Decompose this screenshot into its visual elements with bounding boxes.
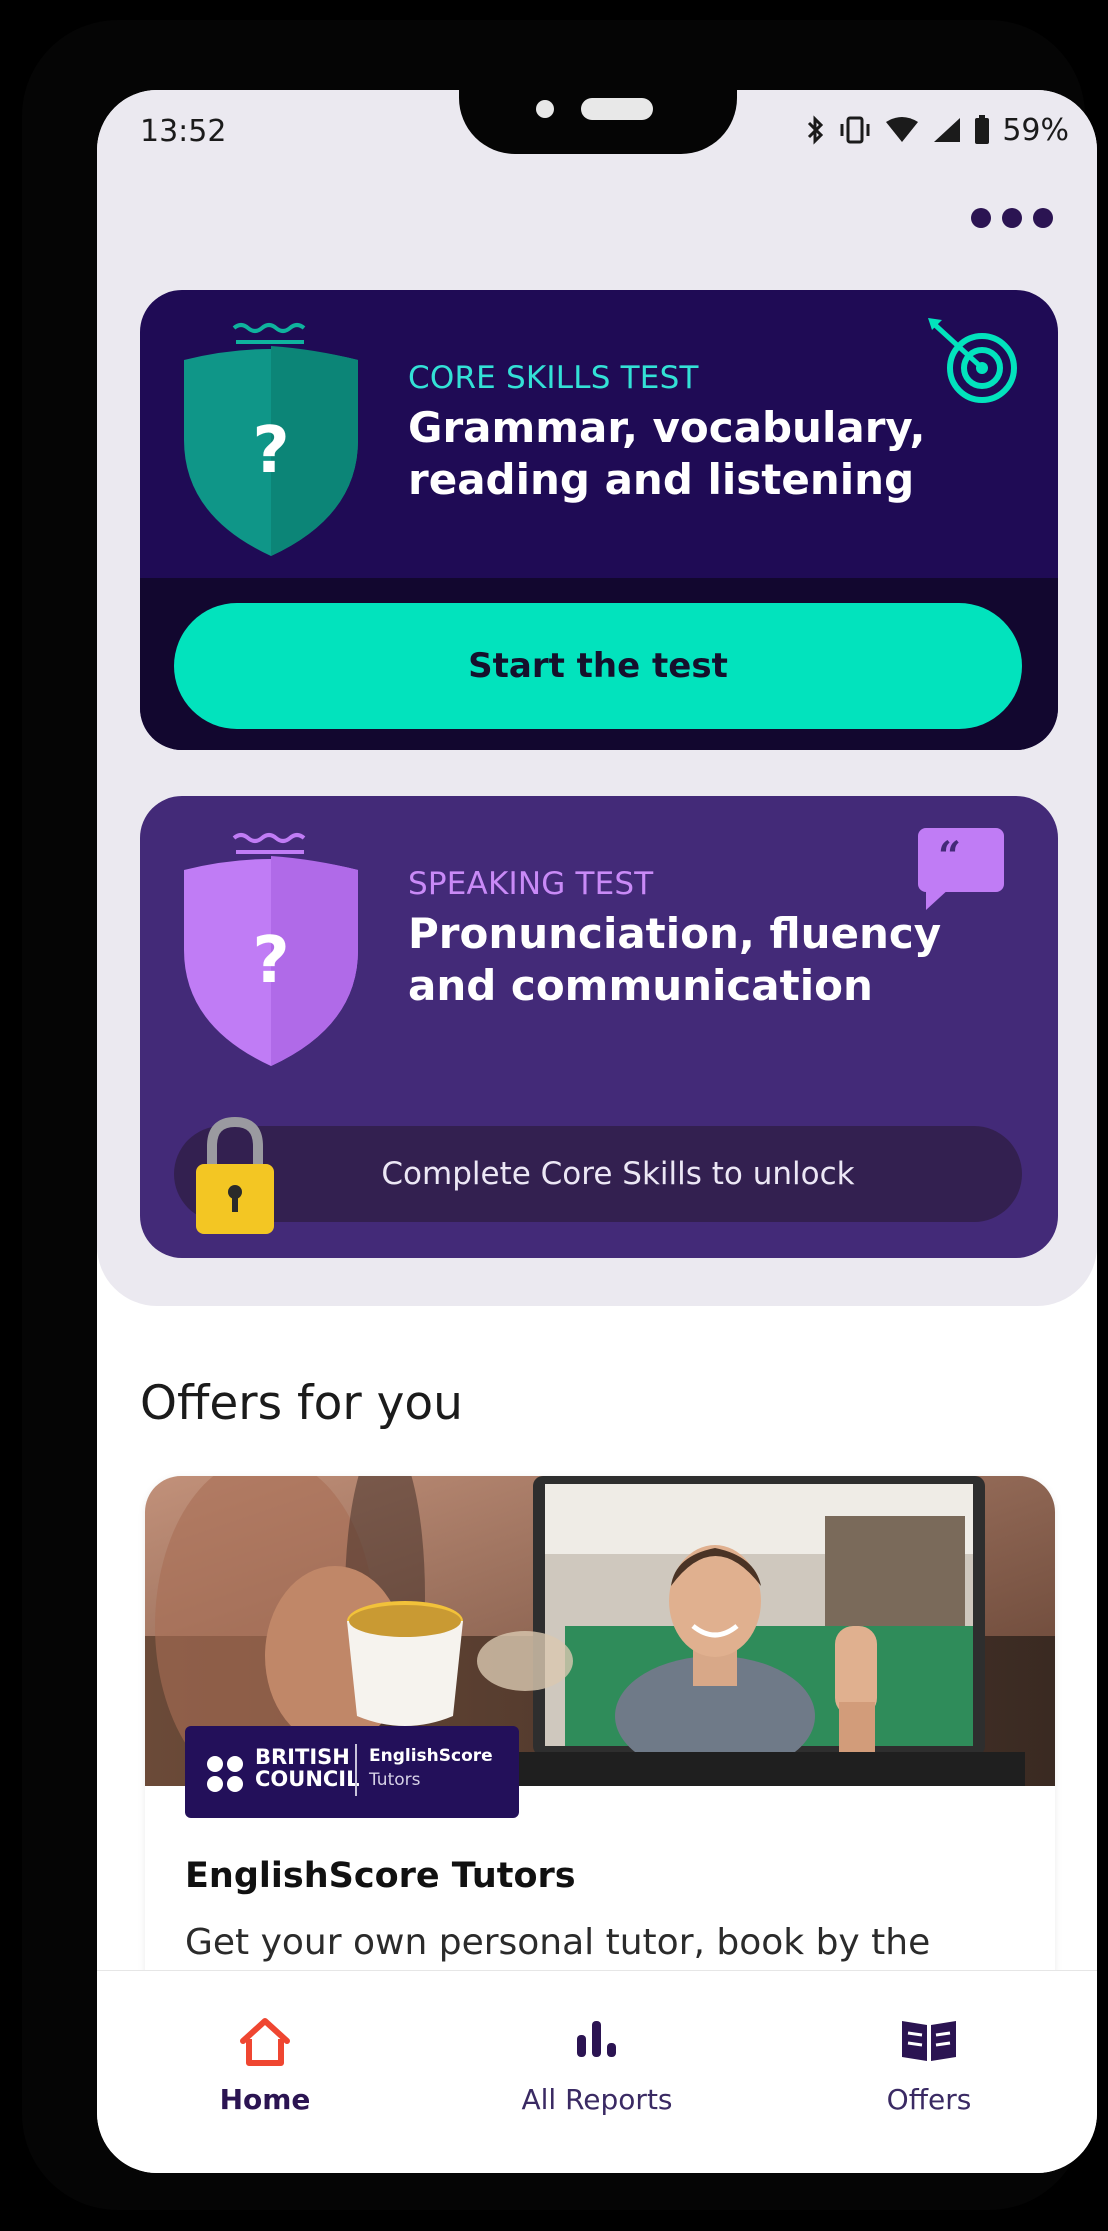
offers-section-title: Offers for you — [140, 1376, 463, 1431]
lock-message: Complete Core Skills to unlock — [381, 1156, 855, 1192]
speaking-eyebrow: SPEAKING TEST — [408, 866, 654, 902]
brand-name: BRITISH COUNCIL — [255, 1746, 360, 1790]
offer-title: EnglishScore Tutors — [185, 1856, 576, 1896]
home-icon — [240, 2018, 290, 2066]
bottom-nav: Home All Reports Offers — [97, 1970, 1097, 2173]
core-skills-card: ? CORE SKILLS TEST Grammar, vocabulary, … — [140, 290, 1058, 750]
app-screen: 13:52 59% ? CORE SKILLS TEST Grammar, vo… — [97, 90, 1097, 2173]
nav-all-reports[interactable]: All Reports — [447, 1971, 747, 2173]
tests-section: 13:52 59% ? CORE SKILLS TEST Grammar, vo… — [97, 90, 1097, 1306]
more-dots-icon[interactable] — [971, 208, 1053, 228]
bluetooth-icon — [808, 115, 824, 145]
bar-chart-icon — [577, 2021, 616, 2057]
tutors-offer-card[interactable]: BRITISH COUNCIL EnglishScore Tutors Engl… — [145, 1476, 1055, 2036]
nav-home-label: Home — [219, 2083, 311, 2116]
british-council-badge: BRITISH COUNCIL EnglishScore Tutors — [185, 1726, 519, 1818]
offer-description: Get your own personal tutor, book by the — [185, 1922, 931, 1963]
core-eyebrow: CORE SKILLS TEST — [408, 360, 699, 396]
nav-all-reports-label: All Reports — [521, 2083, 673, 2116]
battery-icon — [975, 115, 990, 144]
signal-icon — [934, 118, 961, 142]
menu-dot — [1033, 208, 1053, 228]
target-icon — [928, 318, 1017, 403]
speaking-shield-icon: ? — [184, 833, 358, 1066]
locked-banner: Complete Core Skills to unlock — [174, 1116, 1022, 1234]
quote-bubble-icon: “ — [918, 828, 1004, 910]
brand-line-2: COUNCIL — [255, 1767, 360, 1791]
book-icon — [902, 2021, 956, 2061]
brand-divider — [355, 1744, 357, 1796]
camera-dot — [536, 100, 554, 118]
phone-frame: 13:52 59% ? CORE SKILLS TEST Grammar, vo… — [22, 20, 1097, 2210]
british-council-logo-icon — [207, 1756, 243, 1792]
nav-offers-label: Offers — [886, 2083, 972, 2116]
battery-percent: 59% — [1002, 112, 1069, 148]
core-title: Grammar, vocabulary, reading and listeni… — [408, 403, 926, 504]
speaking-test-card: ? SPEAKING TEST Pronunciation, fluency a… — [140, 796, 1058, 1258]
core-shield-icon: ? — [184, 323, 358, 556]
brand-product: EnglishScore — [369, 1746, 493, 1766]
start-test-button[interactable]: Start the test — [174, 603, 1022, 729]
vibrate-icon — [840, 116, 870, 144]
status-icons: 59% — [806, 110, 1069, 150]
brand-subtitle: Tutors — [369, 1770, 421, 1790]
wifi-icon — [886, 117, 919, 142]
status-time: 13:52 — [140, 114, 227, 149]
brand-line-1: BRITISH — [255, 1745, 350, 1769]
menu-dot — [971, 208, 991, 228]
speaking-shield-symbol: ? — [252, 924, 289, 998]
svg-text:“: “ — [938, 833, 961, 880]
nav-home[interactable]: Home — [115, 1971, 415, 2173]
speaker-bar — [581, 98, 653, 120]
menu-dot — [1002, 208, 1022, 228]
speaking-title: Pronunciation, fluency and communication — [408, 909, 942, 1010]
camera-notch — [459, 90, 737, 154]
nav-offers[interactable]: Offers — [779, 1971, 1079, 2173]
core-shield-symbol: ? — [252, 414, 289, 488]
